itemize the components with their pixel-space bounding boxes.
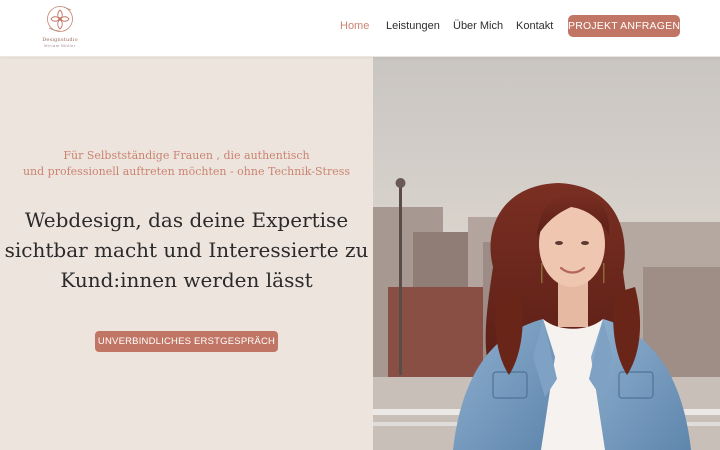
site-header: Designstudio Miriam Müller Home Leistung… bbox=[0, 0, 720, 57]
consultation-button[interactable]: UNVERBINDLICHES ERSTGESPRÄCH bbox=[95, 331, 278, 352]
hero-subtitle-line-1: Für Selbstständige Frauen , die authenti… bbox=[63, 149, 310, 162]
hero-headline: Webdesign, das deine Expertise sichtbar … bbox=[0, 205, 373, 295]
hero-headline-line-2: sichtbar macht und Interessierte zu bbox=[4, 238, 369, 262]
nav-item-leistungen[interactable]: Leistungen bbox=[386, 19, 440, 33]
flower-icon bbox=[47, 6, 73, 32]
hero-subtitle: Für Selbstständige Frauen , die authenti… bbox=[0, 148, 373, 180]
hero-headline-line-3: Kund:innen werden lässt bbox=[60, 268, 313, 292]
brand-owner: Miriam Müller bbox=[44, 43, 76, 48]
hero-headline-line-1: Webdesign, das deine Expertise bbox=[24, 208, 349, 232]
nav-item-home[interactable]: Home bbox=[340, 19, 369, 33]
hero-text-panel: Für Selbstständige Frauen , die authenti… bbox=[0, 57, 373, 450]
nav-item-kontakt[interactable]: Kontakt bbox=[516, 19, 553, 33]
hero-portrait-photo bbox=[373, 57, 720, 450]
brand-logo[interactable]: Designstudio Miriam Müller bbox=[38, 4, 82, 52]
nav-item-ueber-mich[interactable]: Über Mich bbox=[453, 19, 503, 33]
hero-subtitle-line-2: und professionell auftreten möchten - oh… bbox=[22, 165, 351, 178]
project-request-button[interactable]: PROJEKT ANFRAGEN bbox=[568, 15, 680, 37]
